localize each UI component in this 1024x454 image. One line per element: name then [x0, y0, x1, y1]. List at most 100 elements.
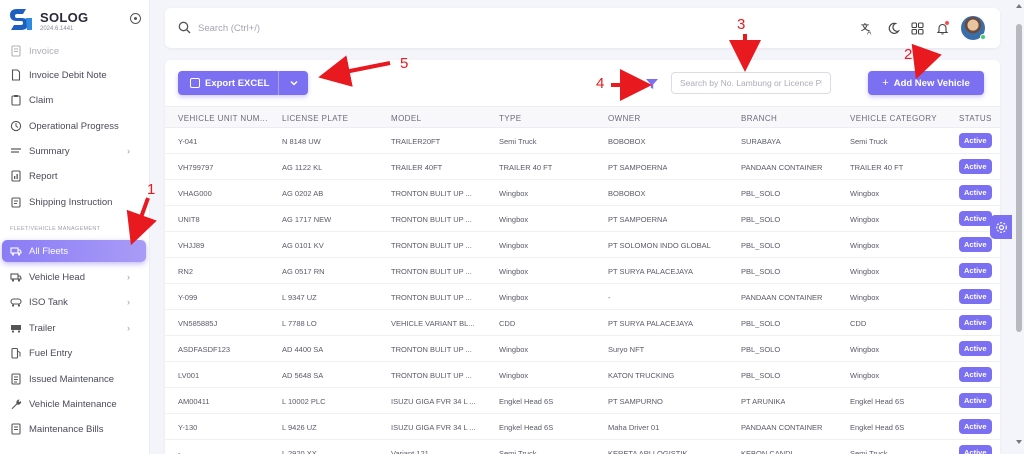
notification-bell-icon[interactable]: [934, 20, 950, 36]
brand-name: SOLOG: [40, 10, 89, 25]
cell-model: VEHICLE VARIANT BL...: [391, 319, 475, 328]
cell-unit-number: Y-130: [178, 423, 198, 432]
theme-settings-button[interactable]: [990, 215, 1012, 239]
truck-icon: [10, 271, 22, 283]
cell-license-plate: AG 1122 KL: [282, 163, 323, 172]
table-row[interactable]: Y-099 L 9347 UZ TRONTON BULIT UP ... Wingbo…: [165, 284, 1000, 310]
cell-type: Wingbox: [499, 189, 529, 198]
cell-unit-number: VH799797: [178, 163, 214, 172]
sidebar-item-all-fleets[interactable]: All Fleets: [2, 240, 146, 262]
sidebar-item-label: Maintenance Bills: [29, 423, 104, 435]
cell-unit-number: Y-041: [178, 137, 198, 146]
table-row[interactable]: - L 2920 XX Variant 121 Semi Truck KERETA AP…: [165, 440, 1000, 454]
language-icon[interactable]: 文A: [859, 20, 875, 36]
cell-unit-number: AM00411: [178, 397, 210, 406]
col-header-status[interactable]: STATUS: [959, 114, 992, 123]
scroll-thumb[interactable]: [1016, 24, 1022, 332]
sidebar-item-invoice-debit-note[interactable]: Invoice Debit Note: [2, 64, 146, 86]
table-row[interactable]: VN585885J L 7788 LO VEHICLE VARIANT BL... C…: [165, 310, 1000, 336]
status-badge: Active: [959, 393, 992, 408]
brand[interactable]: SOLOG 2024.6.1441: [6, 6, 146, 38]
add-new-vehicle-button[interactable]: + Add New Vehicle: [868, 71, 984, 95]
sidebar-item-issued-maintenance[interactable]: Issued Maintenance: [2, 368, 146, 390]
col-header-model[interactable]: MODEL: [391, 114, 421, 123]
table-row[interactable]: Y-041 N 8148 UW TRAILER20FT Semi Truck BOBOB…: [165, 128, 1000, 154]
sidebar-collapse-button[interactable]: [130, 13, 141, 24]
table-row[interactable]: VHAG000 AG 0202 AB TRONTON BULIT UP ... Win…: [165, 180, 1000, 206]
cell-type: Engkel Head 6S: [499, 423, 554, 432]
cell-owner: KERETA API LOGISTIK: [608, 449, 688, 454]
col-header-type[interactable]: TYPE: [499, 114, 522, 123]
sidebar-item-shipping-instruction[interactable]: Shipping Instruction: [2, 191, 146, 213]
cell-license-plate: AD 5648 SA: [282, 371, 324, 380]
table-row[interactable]: AM00411 L 10002 PLC ISUZU GIGA FVR 34 L ..…: [165, 388, 1000, 414]
filter-icon[interactable]: [645, 77, 659, 91]
export-excel-button[interactable]: Export EXCEL: [178, 71, 308, 95]
cell-type: TRAILER 40 FT: [499, 163, 553, 172]
scroll-down-arrow-icon[interactable]: [1016, 440, 1022, 444]
section-label-fleet: FLEET/VEHICLE MANAGEMENT: [10, 226, 101, 232]
table-row[interactable]: VHJJ89 AG 0101 KV TRONTON BULIT UP ... Wing…: [165, 232, 1000, 258]
sidebar-item-operational-progress[interactable]: Operational Progress: [2, 115, 146, 137]
tank-icon: [10, 296, 22, 308]
fuel-icon: [10, 347, 22, 359]
sidebar-item-fuel-entry[interactable]: Fuel Entry: [2, 342, 146, 364]
cell-type: Engkel Head 6S: [499, 397, 554, 406]
sidebar-item-summary[interactable]: Summary ›: [2, 140, 146, 162]
annotation-number-2: 2: [904, 46, 913, 63]
cell-unit-number: RN2: [178, 267, 194, 276]
sidebar-item-vehicle-maintenance[interactable]: Vehicle Maintenance: [2, 393, 146, 415]
chevron-down-icon[interactable]: [288, 77, 300, 89]
cell-model: ISUZU GIGA FVR 34 L ...: [391, 397, 476, 406]
cell-unit-number: Y-099: [178, 293, 198, 302]
status-badge: Active: [959, 367, 992, 382]
sidebar-item-claim[interactable]: Claim: [2, 89, 146, 111]
sidebar-item-trailer[interactable]: Trailer ›: [2, 317, 146, 339]
export-label: Export EXCEL: [205, 77, 270, 89]
cell-type: Semi Truck: [499, 137, 537, 146]
cell-license-plate: L 2920 XX: [282, 449, 317, 454]
online-status-dot: [980, 34, 986, 40]
table-row[interactable]: ASDFASDF123 AD 4400 SA TRONTON BULIT UP ..…: [165, 336, 1000, 362]
table-row[interactable]: UNIT8 AG 1717 NEW TRONTON BULIT UP ... Wing…: [165, 206, 1000, 232]
status-badge: Active: [959, 237, 992, 252]
cell-license-plate: L 7788 LO: [282, 319, 317, 328]
table-row[interactable]: Y-130 L 9426 UZ ISUZU GIGA FVR 34 L ... Eng…: [165, 414, 1000, 440]
table-row[interactable]: LV001 AD 5648 SA TRONTON BULIT UP ... Wingb…: [165, 362, 1000, 388]
plate-search-input[interactable]: [671, 72, 831, 94]
global-search-input[interactable]: [198, 19, 498, 37]
bill-icon: [10, 423, 22, 435]
sidebar-item-vehicle-head[interactable]: Vehicle Head ›: [2, 266, 146, 288]
col-header-vehicle-category[interactable]: VEHICLE CATEGORY: [850, 114, 937, 123]
cell-model: TRONTON BULIT UP ...: [391, 293, 472, 302]
col-header-unit-number[interactable]: VEHICLE UNIT NUM...: [178, 114, 274, 123]
chevron-right-icon: ›: [127, 323, 130, 333]
cell-branch: PBL_SOLO: [741, 267, 781, 276]
apps-grid-icon[interactable]: [909, 20, 925, 36]
cell-owner: PT SURYA PALACEJAYA: [608, 267, 694, 276]
cell-vehicle-category: Engkel Head 6S: [850, 423, 905, 432]
cell-license-plate: L 9426 UZ: [282, 423, 317, 432]
col-header-branch[interactable]: BRANCH: [741, 114, 777, 123]
col-header-owner[interactable]: OWNER: [608, 114, 641, 123]
table-row[interactable]: VH799797 AG 1122 KL TRAILER 40FT TRAILER 40…: [165, 154, 1000, 180]
status-badge: Active: [959, 289, 992, 304]
annotation-number-3: 3: [737, 16, 746, 33]
col-header-license-plate[interactable]: LICENSE PLATE: [282, 114, 348, 123]
cell-owner: PT SAMPURNO: [608, 397, 663, 406]
sidebar-item-report[interactable]: Report: [2, 165, 146, 187]
theme-toggle-icon[interactable]: [885, 20, 901, 36]
page-scrollbar[interactable]: [1016, 4, 1022, 444]
cell-type: Wingbox: [499, 267, 529, 276]
cell-branch: PBL_SOLO: [741, 319, 781, 328]
sidebar-item-label: Invoice: [29, 45, 60, 57]
cell-vehicle-category: Engkel Head 6S: [850, 397, 905, 406]
document-icon: [10, 69, 22, 81]
scroll-up-arrow-icon[interactable]: [1016, 4, 1022, 8]
cell-vehicle-category: TRAILER 40 FT: [850, 163, 904, 172]
sidebar-item-iso-tank[interactable]: ISO Tank ›: [2, 291, 146, 313]
sidebar-item-maintenance-bills[interactable]: Maintenance Bills: [2, 418, 146, 440]
cell-model: TRONTON BULIT UP ...: [391, 267, 472, 276]
table-row[interactable]: RN2 AG 0517 RN TRONTON BULIT UP ... Wingbox…: [165, 258, 1000, 284]
sidebar-item-invoice[interactable]: Invoice: [2, 40, 146, 62]
